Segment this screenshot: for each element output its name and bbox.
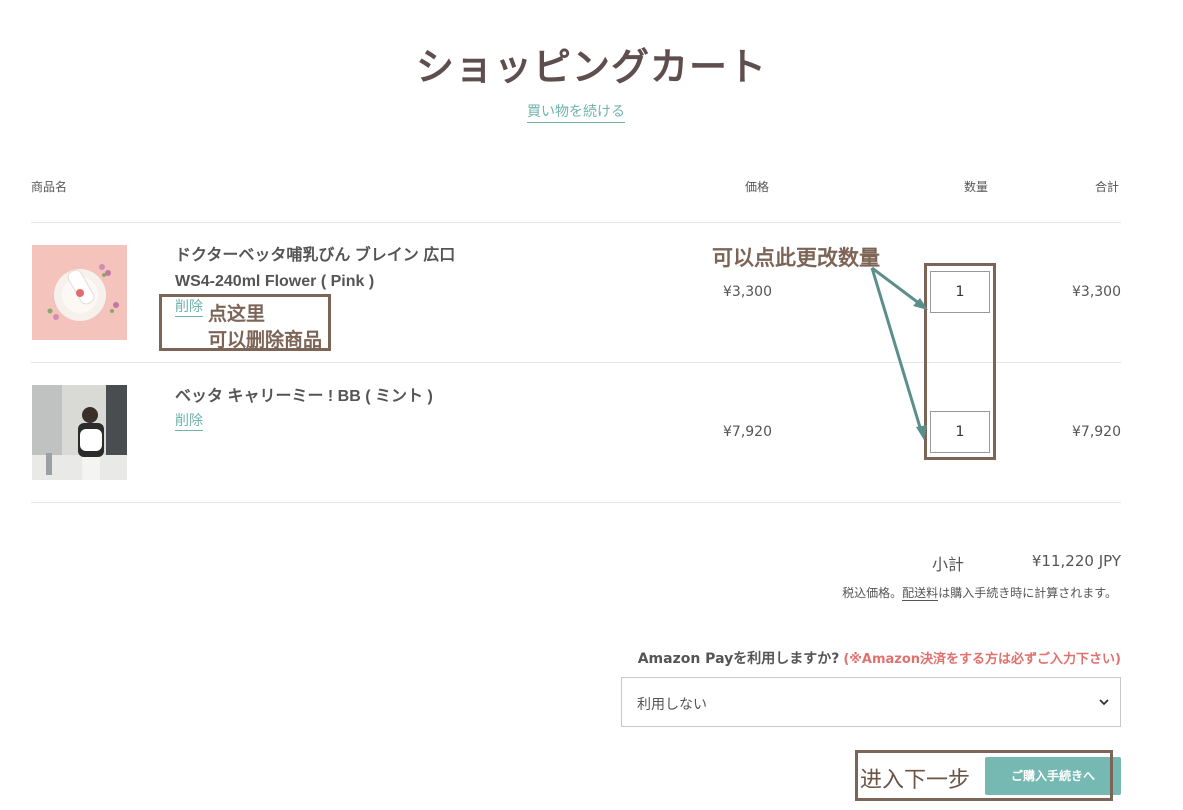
annotation-arrowhead xyxy=(916,425,927,440)
annotation-arrow-line xyxy=(870,267,924,435)
annotation-arrows xyxy=(870,266,928,440)
annotation-next-step: 进入下一步 xyxy=(860,768,971,793)
annotation-arrow-line xyxy=(871,266,925,309)
